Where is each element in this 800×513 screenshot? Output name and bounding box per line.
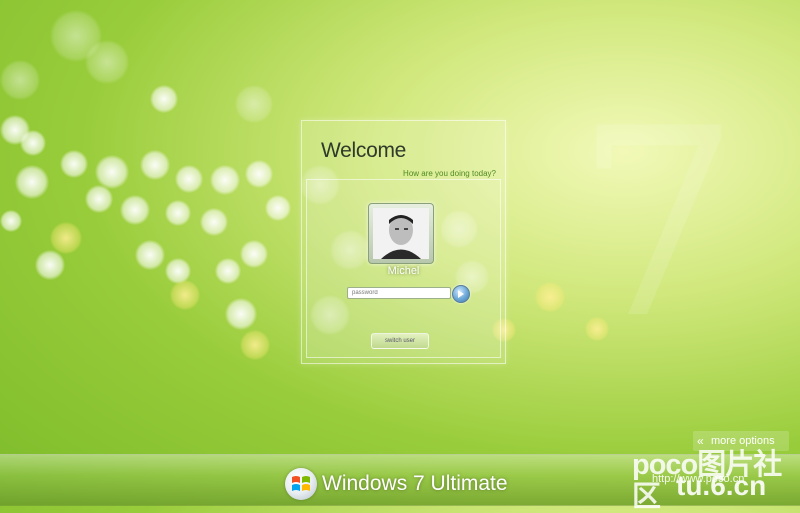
user-tile-area: Michel switch user (306, 179, 501, 358)
windows-flag-icon (292, 476, 310, 491)
welcome-subtitle: How are you doing today? (403, 169, 496, 178)
double-chevron-left-icon: « (697, 434, 704, 448)
password-input[interactable] (347, 287, 451, 299)
windows-edition-label: Windows 7 Ultimate (322, 472, 508, 495)
switch-user-button[interactable]: switch user (371, 333, 429, 349)
arrow-right-icon (458, 290, 464, 298)
user-avatar[interactable] (368, 203, 434, 264)
seven-watermark-graphic: 7 (574, 74, 740, 376)
watermark-domain: tu.6.cn (676, 470, 767, 501)
login-panel: Welcome How are you doing today? Michel … (301, 120, 506, 364)
user-name-label: Michel (387, 265, 420, 277)
site-watermark: poco图片社区 http://www.poco.cn tu.6.cn (632, 449, 797, 513)
more-options-label: more options (711, 435, 775, 447)
login-submit-button[interactable] (452, 285, 470, 303)
more-options-button[interactable]: « more options (693, 431, 789, 451)
windows-orb (285, 468, 317, 500)
welcome-title: Welcome (321, 139, 407, 162)
user-photo-icon (373, 208, 429, 259)
